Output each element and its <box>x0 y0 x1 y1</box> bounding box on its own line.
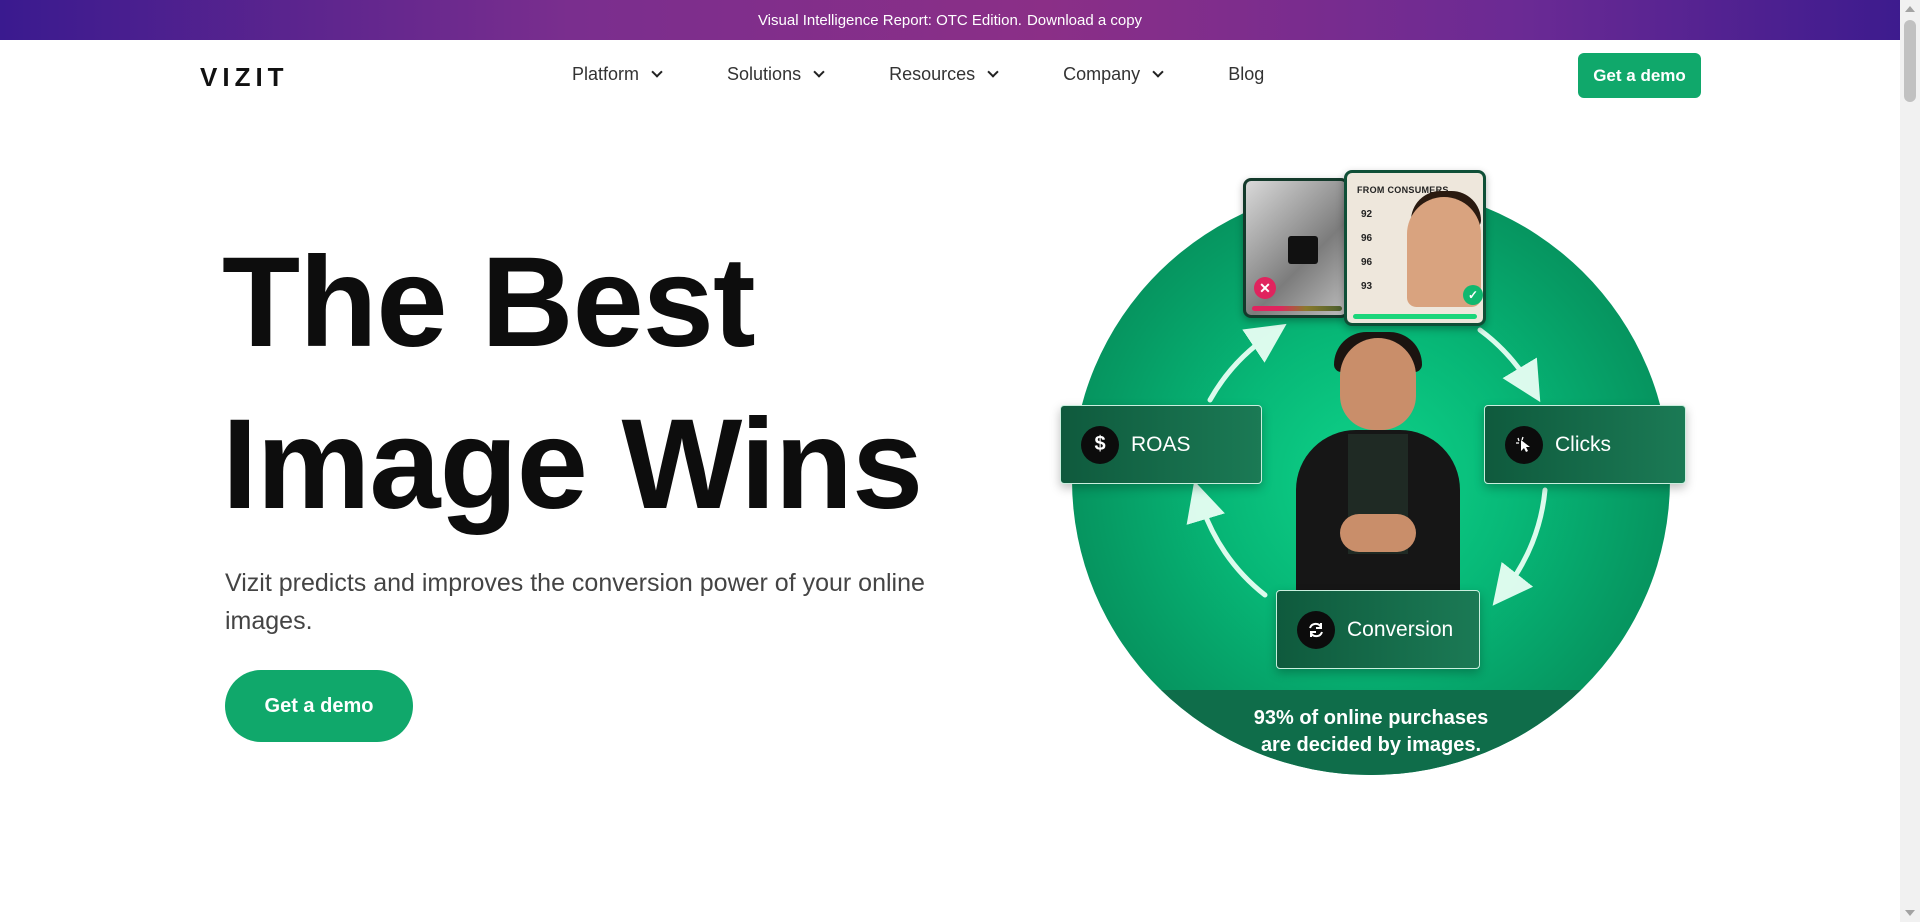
approved-image-thumbnail: FROM CONSUMERS 92 96 96 93 ✓ <box>1344 170 1486 326</box>
promo-banner: Visual Intelligence Report: OTC Edition.… <box>0 0 1900 40</box>
vizit-logo[interactable]: VIZIT <box>200 62 289 93</box>
chevron-down-icon <box>1152 66 1164 78</box>
clicks-label: Clicks <box>1555 432 1611 456</box>
nav-item-resources[interactable]: Resources <box>889 64 999 85</box>
clicks-card: Clicks <box>1484 405 1686 484</box>
nav-item-company[interactable]: Company <box>1063 64 1164 85</box>
thumb-score: 93 <box>1361 281 1373 292</box>
hero-get-demo-button[interactable]: Get a demo <box>225 670 413 742</box>
hero-subtitle: Vizit predicts and improves the conversi… <box>225 569 925 635</box>
approve-check-icon: ✓ <box>1463 285 1483 305</box>
product-jar <box>1288 236 1318 264</box>
chevron-down-icon <box>813 66 825 78</box>
nav-item-solutions[interactable]: Solutions <box>727 64 825 85</box>
scrollbar-thumb[interactable] <box>1904 20 1916 102</box>
nav-item-label: Company <box>1063 64 1141 84</box>
chevron-down-icon <box>651 66 663 78</box>
arrow-bottom-right <box>1492 487 1548 606</box>
nav-item-blog[interactable]: Blog <box>1228 64 1264 85</box>
hero-illustration: 93% of online purchases are decided by i… <box>1060 170 1690 780</box>
thumb-score: 96 <box>1361 233 1373 244</box>
roas-card: $ ROAS <box>1060 405 1262 484</box>
conversion-card: Conversion <box>1276 590 1480 669</box>
nav-item-label: Platform <box>572 64 640 84</box>
promo-download-link[interactable]: Download a copy <box>1027 12 1142 29</box>
dollar-icon: $ <box>1081 425 1119 464</box>
page: Visual Intelligence Report: OTC Edition.… <box>0 0 1920 922</box>
cursor-click-icon <box>1505 425 1543 464</box>
arrow-top-right <box>1477 327 1541 403</box>
promo-text: Visual Intelligence Report: OTC Edition. <box>757 11 1022 29</box>
hero-title-line-1: The Best <box>222 231 756 374</box>
nav-item-platform[interactable]: Platform <box>572 64 663 85</box>
refresh-icon <box>1297 610 1335 649</box>
rejected-image-thumbnail: ✕ <box>1243 178 1349 318</box>
person-hands-phone <box>1340 514 1416 552</box>
chevron-down-icon <box>987 66 999 78</box>
reject-x-icon: ✕ <box>1254 277 1276 299</box>
scroll-up-arrow-icon[interactable] <box>1905 6 1915 12</box>
hero-title: The Best Image Wins <box>222 222 923 546</box>
thumb-score: 96 <box>1361 257 1373 268</box>
nav-item-label: Blog <box>1228 64 1265 84</box>
page-scrollbar[interactable] <box>1900 0 1920 922</box>
conversion-label: Conversion <box>1347 617 1454 641</box>
hero-title-line-2: Image Wins <box>222 393 923 536</box>
score-bar-high <box>1353 314 1477 319</box>
person-head <box>1340 338 1416 430</box>
nav-item-label: Resources <box>889 64 976 84</box>
arrow-top-left <box>1207 323 1287 403</box>
main-nav: VIZIT Platform Solutions Resources Compa… <box>0 40 1900 110</box>
arrow-bottom-left <box>1186 480 1268 598</box>
nav-item-label: Solutions <box>727 64 802 84</box>
nav-menu: Platform Solutions Resources Company Blo… <box>572 64 1330 85</box>
score-bar-low <box>1252 306 1342 311</box>
scroll-down-arrow-icon[interactable] <box>1905 910 1915 916</box>
roas-label: ROAS <box>1131 432 1191 456</box>
nav-get-demo-button[interactable]: Get a demo <box>1578 53 1701 98</box>
thumb-score: 92 <box>1361 209 1373 220</box>
